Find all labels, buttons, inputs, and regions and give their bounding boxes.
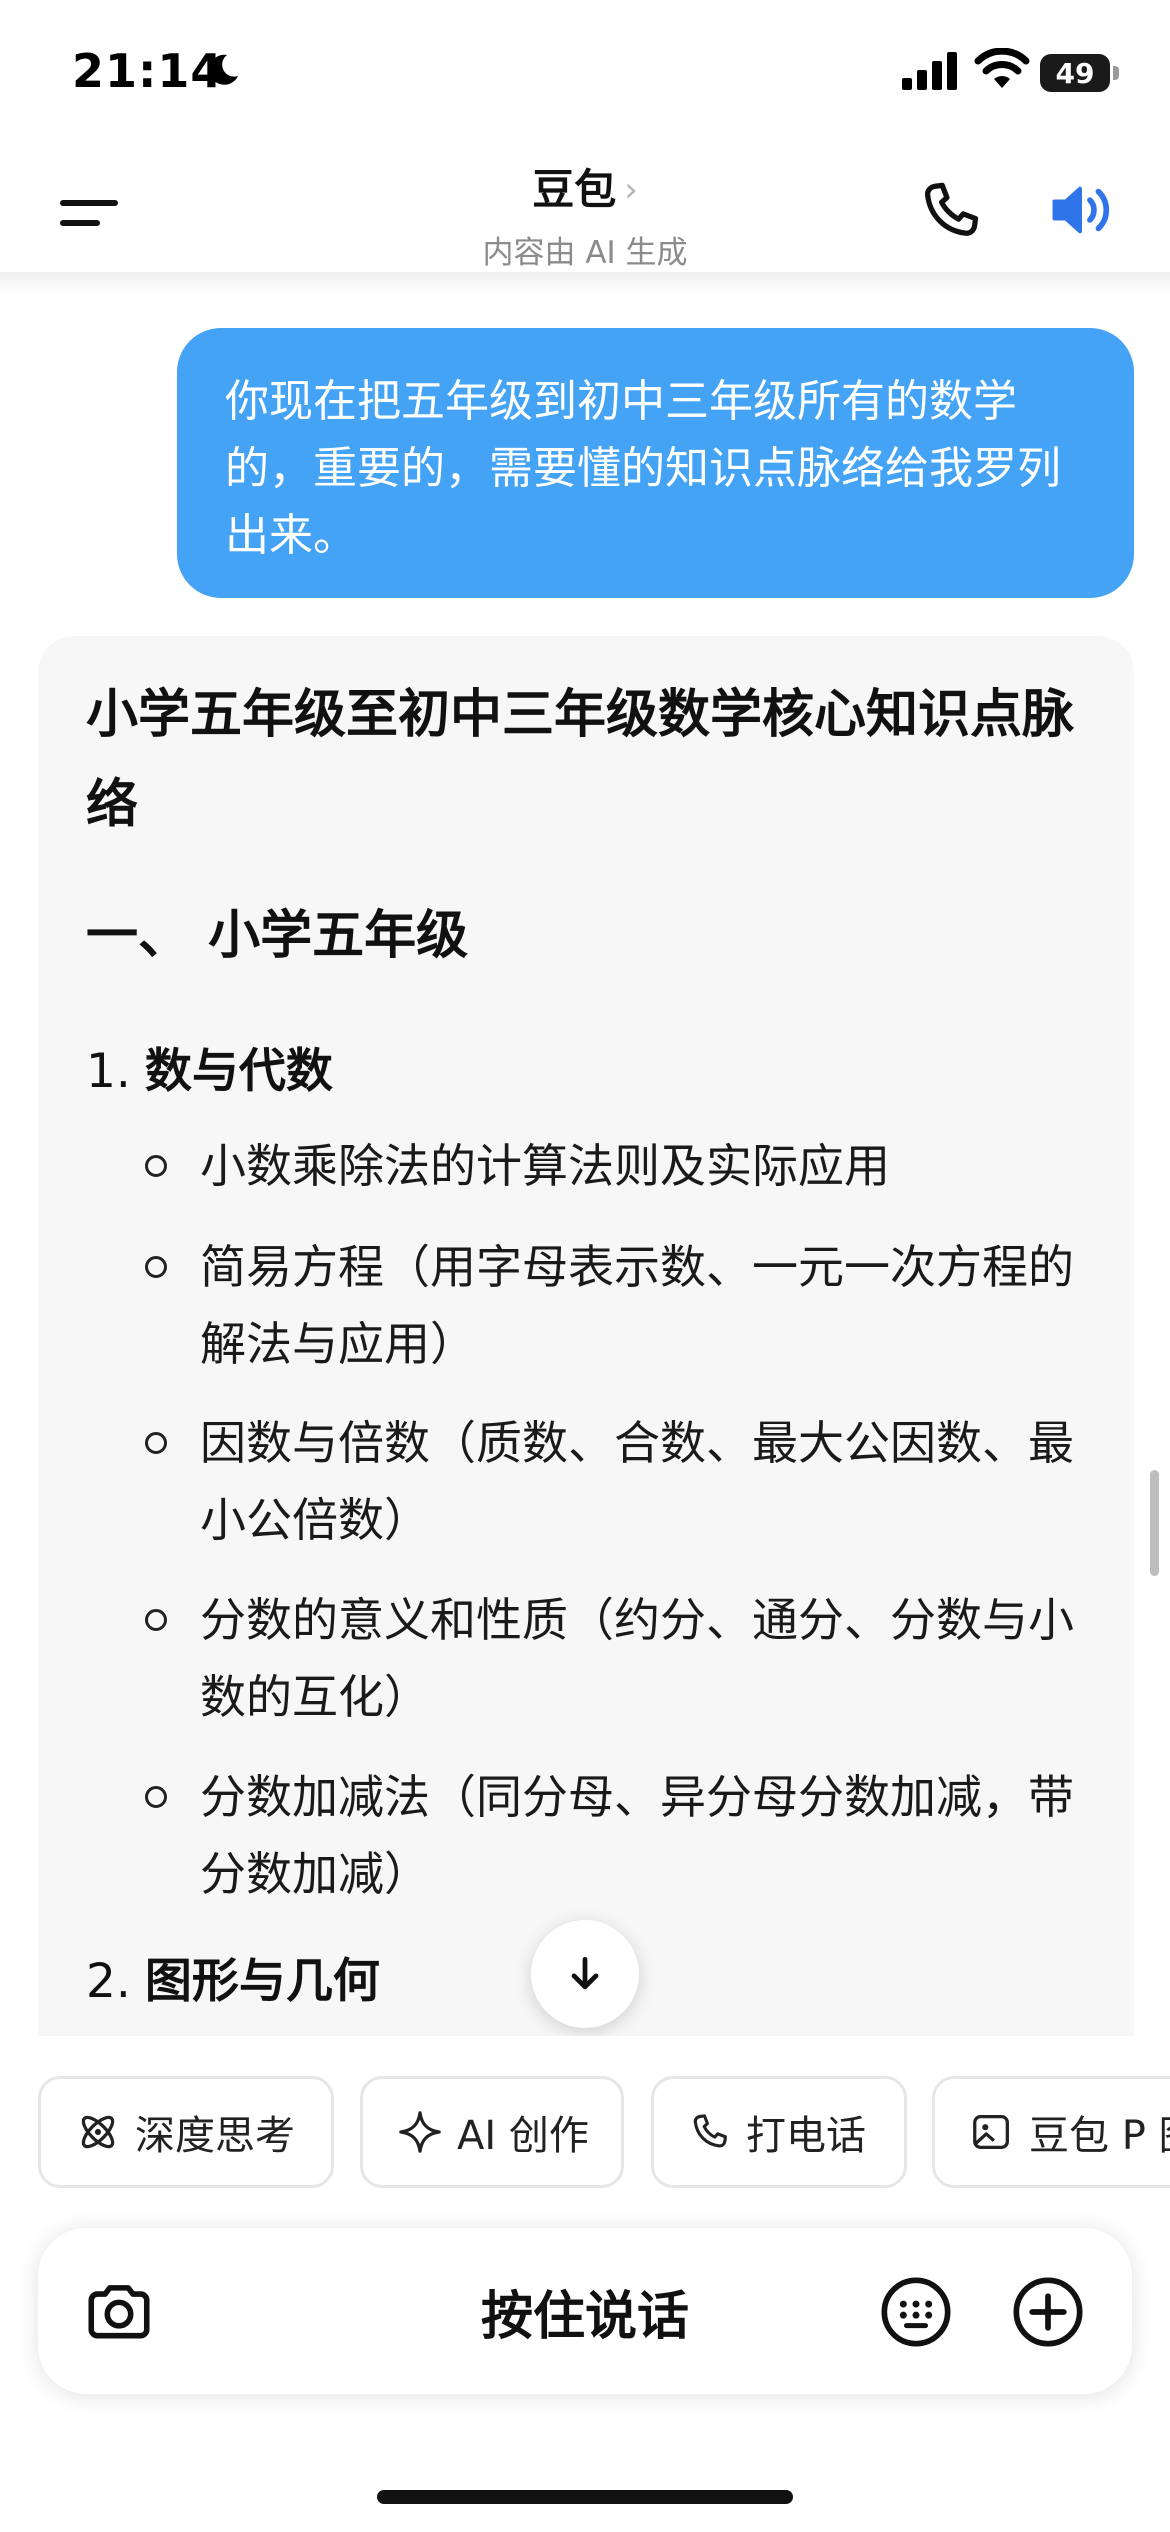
- hold-to-talk-button[interactable]: 按住说话: [38, 2228, 1132, 2394]
- chat-header: 豆包 › 内容由 AI 生成: [0, 150, 1170, 280]
- subsection-heading: 1. 数与代数: [86, 1032, 333, 1101]
- wifi-icon: [974, 48, 1030, 88]
- chevron-right-icon: ›: [624, 170, 638, 210]
- bullet-icon: [145, 1432, 167, 1454]
- chip-label: 深度思考: [135, 2113, 295, 2159]
- speaker-icon[interactable]: [1044, 176, 1116, 244]
- menu-icon[interactable]: [60, 186, 122, 238]
- list-item: 分数的意义和性质（约分、通分、分数与小数的互化）: [200, 1593, 1074, 1724]
- section-heading: 一、 小学五年级: [86, 906, 469, 966]
- chip-ai-creation[interactable]: AI 创作: [360, 2076, 624, 2188]
- battery-indicator: 49: [1040, 54, 1110, 92]
- phone-icon: [693, 2114, 727, 2148]
- atom-icon: [81, 2115, 115, 2149]
- moon-icon: [209, 54, 238, 85]
- header-divider: [0, 272, 1170, 294]
- list-item: 小数乘除法的计算法则及实际应用: [200, 1139, 890, 1193]
- subsection-label: 数与代数: [144, 1044, 333, 1099]
- bullet-icon: [145, 1256, 167, 1278]
- user-message-bubble[interactable]: 你现在把五年级到初中三年级所有的数学的，重要的，需要懂的知识点脉络给我罗列出来。: [177, 328, 1134, 598]
- response-title: 小学五年级至初中三年级数学核心知识点脉络: [86, 685, 1075, 835]
- bullet-icon: [145, 1609, 167, 1631]
- list-item: 因数与倍数（质数、合数、最大公因数、最小公倍数）: [200, 1416, 1074, 1547]
- subsection-number: 2.: [86, 1954, 131, 2009]
- keyboard-icon[interactable]: [878, 2274, 954, 2350]
- chip-photo-edit[interactable]: 豆包 P 图: [932, 2076, 1170, 2188]
- scrollbar[interactable]: [1150, 1470, 1159, 1576]
- chip-phone-call[interactable]: 打电话: [651, 2076, 907, 2188]
- chip-label: 豆包 P 图: [1029, 2113, 1170, 2159]
- camera-icon[interactable]: [82, 2274, 156, 2348]
- chip-label: AI 创作: [457, 2113, 589, 2159]
- bottom-panel: 深度思考 AI 创作 打电话 豆包 P 图 按住说话: [0, 2036, 1170, 2532]
- arrow-down-icon: [571, 1956, 599, 1990]
- subsection-number: 1.: [86, 1044, 131, 1099]
- image-edit-icon: [973, 2115, 1009, 2149]
- battery-cap: [1113, 66, 1119, 80]
- chip-deep-thinking[interactable]: 深度思考: [38, 2076, 334, 2188]
- home-indicator[interactable]: [377, 2490, 793, 2504]
- bot-name[interactable]: 豆包: [532, 165, 616, 214]
- battery-level: 49: [1055, 56, 1095, 90]
- status-bar: 21:14 49: [0, 0, 1170, 150]
- status-time: 21:14: [72, 44, 224, 98]
- phone-call-icon[interactable]: [916, 176, 986, 246]
- list-item: 分数加减法（同分母、异分母分数加减，带分数加减）: [200, 1770, 1074, 1901]
- list-item: 简易方程（用字母表示数、一元一次方程的解法与应用）: [200, 1240, 1074, 1371]
- voice-input-bar[interactable]: 按住说话: [38, 2228, 1132, 2394]
- sparkle-icon: [399, 2111, 441, 2153]
- chip-label: 打电话: [746, 2113, 866, 2159]
- quick-action-chips: 深度思考 AI 创作 打电话 豆包 P 图: [0, 2076, 1170, 2192]
- bullet-icon: [145, 1786, 167, 1808]
- plus-icon[interactable]: [1010, 2274, 1086, 2350]
- subsection-label: 图形与几何: [144, 1954, 380, 2009]
- ai-generated-notice: 内容由 AI 生成: [482, 235, 688, 271]
- bot-title[interactable]: 豆包 › 内容由 AI 生成: [385, 156, 785, 272]
- subsection-heading: 2. 图形与几何: [86, 1942, 380, 2011]
- cellular-signal-icon: [902, 52, 957, 90]
- scroll-to-bottom-button[interactable]: [531, 1920, 639, 2028]
- bullet-icon: [145, 1155, 167, 1177]
